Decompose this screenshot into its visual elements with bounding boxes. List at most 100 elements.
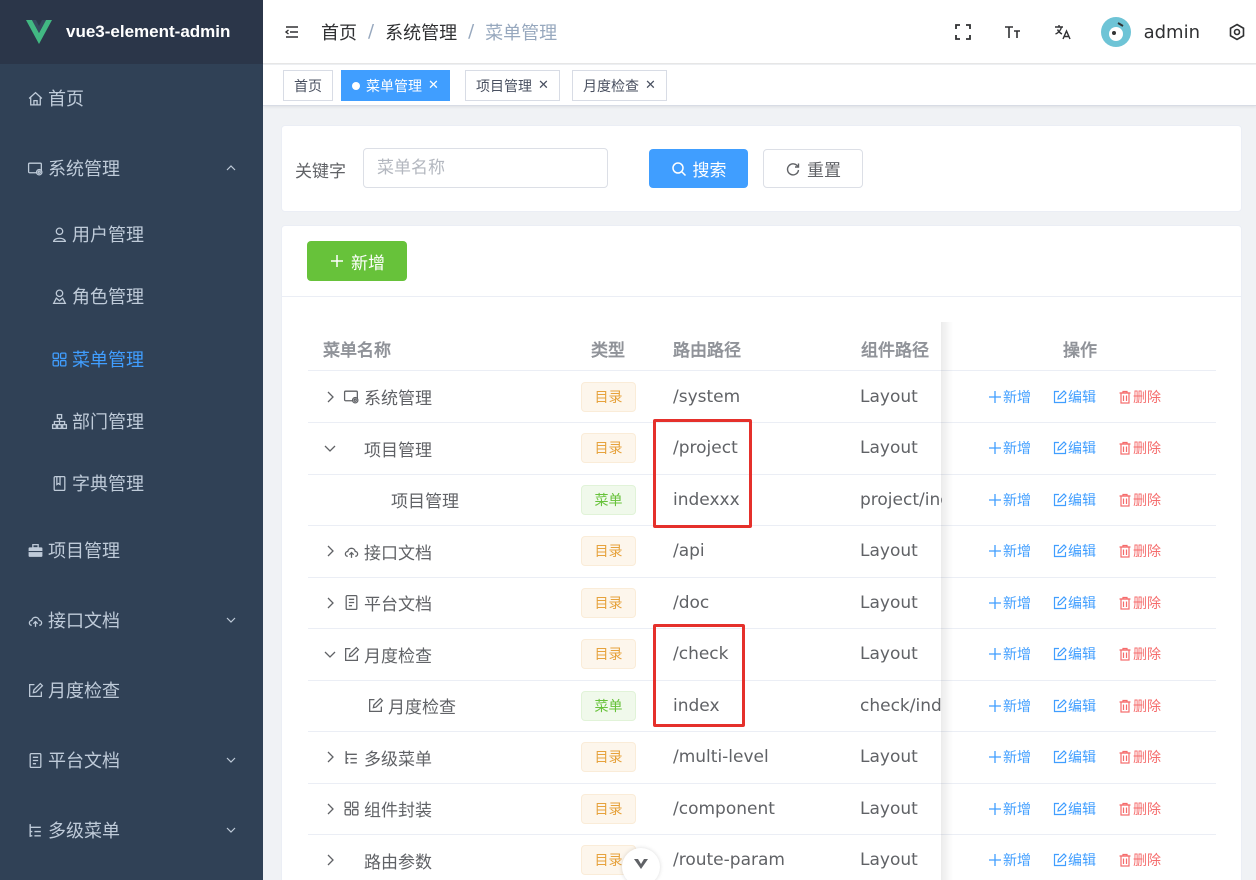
row-add-button[interactable]: 新增 [988, 541, 1031, 561]
table-row[interactable]: 系统管理 目录/system Layout 新增 编辑 删除 [308, 371, 1216, 423]
table-row[interactable]: 项目管理 目录/project Layout 新增 编辑 删除 [308, 423, 1216, 475]
row-add-button[interactable]: 新增 [988, 850, 1031, 870]
table-row[interactable]: 月度检查 目录/check Layout 新增 编辑 删除 [308, 629, 1216, 681]
cell-menu-name: 系统管理 [323, 371, 432, 422]
avatar[interactable] [1100, 17, 1131, 47]
keyword-input[interactable] [363, 148, 608, 188]
add-menu-button[interactable]: 新增 [307, 241, 407, 281]
row-edit-button[interactable]: 编辑 [1053, 747, 1096, 767]
sidebar-item-departments[interactable]: 部门管理 [0, 401, 263, 441]
cell-menu-name: 月度检查 [323, 629, 432, 680]
settings-icon[interactable] [1228, 23, 1246, 41]
system-icon [343, 388, 360, 405]
reset-button[interactable]: 重置 [763, 149, 863, 188]
table-row[interactable]: 多级菜单 目录/multi-level Layout 新增 编辑 删除 [308, 732, 1216, 784]
sidebar-item-multi-level[interactable]: 多级菜单 [0, 810, 263, 850]
action-label: 编辑 [1068, 441, 1096, 457]
row-edit-button[interactable]: 编辑 [1053, 696, 1096, 716]
breadcrumb-system[interactable]: 系统管理 [385, 19, 457, 45]
language-icon[interactable] [1053, 22, 1073, 42]
tag-menu-management[interactable]: 菜单管理 ✕ [341, 70, 450, 101]
row-edit-button[interactable]: 编辑 [1053, 644, 1096, 664]
scroll-down-button[interactable] [622, 848, 660, 880]
table-row[interactable]: 平台文档 目录/doc Layout 新增 编辑 删除 [308, 577, 1216, 629]
tree-icon [50, 412, 68, 430]
logo[interactable]: vue3-element-admin [0, 0, 263, 64]
row-edit-button[interactable]: 编辑 [1053, 387, 1096, 407]
chevron-down-icon[interactable] [323, 647, 337, 661]
column-header-component: 组件路径 [861, 341, 929, 361]
row-add-button[interactable]: 新增 [988, 490, 1031, 510]
row-add-button[interactable]: 新增 [988, 696, 1031, 716]
row-add-button[interactable]: 新增 [988, 593, 1031, 613]
hamburger-icon[interactable] [283, 23, 301, 41]
row-delete-button[interactable]: 删除 [1118, 799, 1161, 819]
row-edit-button[interactable]: 编辑 [1053, 438, 1096, 458]
plus-icon [989, 802, 1001, 815]
sidebar-item-monthly-check[interactable]: 月度检查 [0, 670, 263, 710]
table-row[interactable]: 路由参数 目录/route-param Layout 新增 编辑 删除 [308, 835, 1216, 880]
table-row[interactable]: 组件封装 目录/component Layout 新增 编辑 删除 [308, 783, 1216, 835]
table-row[interactable]: 项目管理菜单indexxxproject/index新增编辑删除 [308, 474, 1216, 526]
tag-project-management[interactable]: 项目管理 ✕ [465, 70, 560, 101]
action-label: 编辑 [1068, 492, 1096, 509]
multi-level-icon [343, 749, 360, 766]
sidebar-item-users[interactable]: 用户管理 [0, 214, 263, 254]
cell-route-path: /api [673, 541, 705, 561]
row-delete-button[interactable]: 删除 [1118, 490, 1161, 510]
row-edit-button[interactable]: 编辑 [1053, 541, 1096, 561]
row-delete-button[interactable]: 删除 [1118, 593, 1161, 613]
cell-route-path: /component [673, 798, 775, 819]
chevron-right-icon[interactable] [323, 596, 337, 610]
sidebar-item-home[interactable]: 首页 [0, 78, 263, 118]
edit-icon [1053, 595, 1067, 609]
sidebar-item-api-docs[interactable]: 接口文档 [0, 600, 263, 640]
type-badge: 目录 [581, 381, 636, 412]
tag-home[interactable]: 首页 [283, 70, 333, 101]
font-size-icon[interactable] [1003, 22, 1023, 42]
chevron-right-icon[interactable] [323, 802, 337, 816]
sidebar-item-menus[interactable]: 菜单管理 [0, 339, 263, 379]
trash-icon [1119, 493, 1131, 507]
chevron-right-icon[interactable] [323, 544, 337, 558]
row-delete-button[interactable]: 删除 [1118, 541, 1161, 561]
row-delete-button[interactable]: 删除 [1118, 438, 1161, 458]
row-add-button[interactable]: 新增 [988, 438, 1031, 458]
row-add-button[interactable]: 新增 [988, 387, 1031, 407]
table-row[interactable]: 接口文档 目录/api Layout 新增 编辑 删除 [308, 526, 1216, 578]
sidebar-item-roles[interactable]: 角色管理 [0, 276, 263, 316]
tag-monthly-check[interactable]: 月度检查 ✕ [572, 70, 667, 101]
row-delete-button[interactable]: 删除 [1118, 850, 1161, 870]
chevron-right-icon[interactable] [323, 390, 337, 404]
table-row[interactable]: 月度检查菜单indexcheck/index新增编辑删除 [308, 680, 1216, 732]
close-icon[interactable]: ✕ [538, 78, 549, 93]
sidebar-item-system[interactable]: 系统管理 [0, 148, 263, 188]
close-icon[interactable]: ✕ [428, 78, 439, 93]
chevron-down-icon [634, 859, 648, 869]
trash-icon [1119, 647, 1131, 661]
row-add-button[interactable]: 新增 [988, 799, 1031, 819]
sidebar-item-projects[interactable]: 项目管理 [0, 530, 263, 570]
row-edit-button[interactable]: 编辑 [1053, 850, 1096, 870]
close-icon[interactable]: ✕ [645, 78, 656, 93]
row-edit-button[interactable]: 编辑 [1053, 490, 1096, 510]
row-edit-button[interactable]: 编辑 [1053, 799, 1096, 819]
row-edit-button[interactable]: 编辑 [1053, 593, 1096, 613]
row-delete-button[interactable]: 删除 [1118, 747, 1161, 767]
username[interactable]: admin [1144, 22, 1200, 43]
search-button[interactable]: 搜索 [649, 149, 748, 188]
row-add-button[interactable]: 新增 [988, 747, 1031, 767]
sidebar-item-platform-docs[interactable]: 平台文档 [0, 740, 263, 780]
breadcrumb-home[interactable]: 首页 [321, 19, 357, 45]
tag-label: 菜单管理 [366, 78, 422, 95]
row-delete-button[interactable]: 删除 [1118, 387, 1161, 407]
chevron-up-icon [225, 162, 237, 174]
sidebar-item-dict[interactable]: 字典管理 [0, 463, 263, 503]
row-delete-button[interactable]: 删除 [1118, 696, 1161, 716]
row-add-button[interactable]: 新增 [988, 644, 1031, 664]
row-delete-button[interactable]: 删除 [1118, 644, 1161, 664]
chevron-down-icon[interactable] [323, 441, 337, 455]
fullscreen-icon[interactable] [953, 22, 973, 42]
chevron-right-icon[interactable] [323, 750, 337, 764]
chevron-right-icon[interactable] [323, 853, 337, 867]
